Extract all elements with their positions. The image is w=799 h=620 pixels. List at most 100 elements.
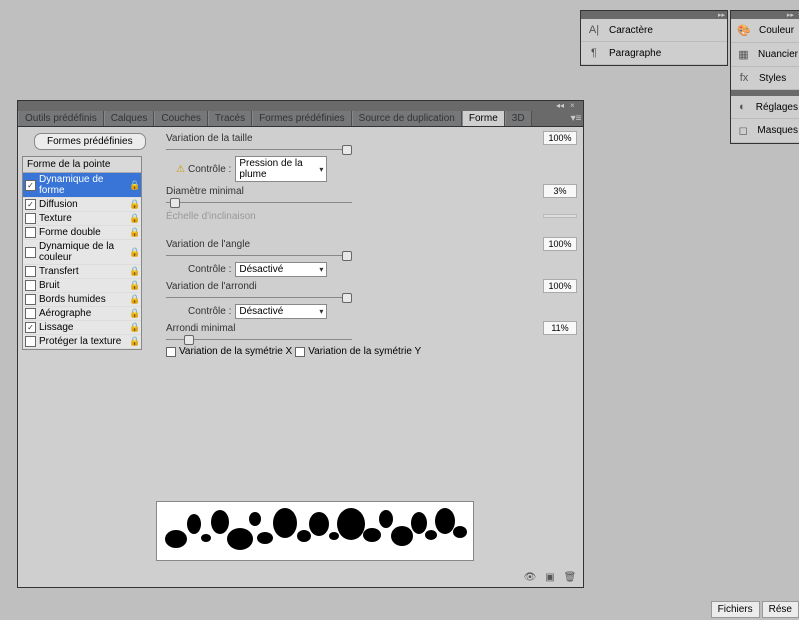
checkbox[interactable] [25,294,36,305]
control-select-1[interactable]: Pression de la plume▾ [235,156,327,182]
tilt-scale-label: Échelle d'inclinaison [166,211,543,222]
control-select-3[interactable]: Désactivé▾ [235,304,327,319]
checkbox[interactable] [25,266,36,277]
brush-panel: ◂◂ × Outils prédéfinisCalquesCouchesTrac… [17,100,584,588]
min-round-label: Arrondi minimal [166,323,543,334]
fichiers-button[interactable]: Fichiers [711,601,760,618]
min-round-value[interactable]: 11% [543,321,577,335]
lock-icon[interactable]: 🔒 [129,213,139,224]
lock-icon[interactable]: 🔒 [129,280,139,291]
size-jitter-label: Variation de la taille [166,133,543,144]
min-diameter-slider[interactable] [166,200,352,206]
brush-option-dynamique-de-la-couleur[interactable]: Dynamique de la couleur🔒 [23,240,141,265]
brush-option-diffusion[interactable]: Diffusion🔒 [23,198,141,212]
brush-option-protéger-la-texture[interactable]: Protéger la texture🔒 [23,335,141,349]
left-column: Formes prédéfinies Forme de la pointe Dy… [22,131,146,350]
checkbox[interactable] [25,308,36,319]
lock-icon[interactable]: 🔒 [129,336,139,347]
collapse-icon[interactable]: ▸▸ [718,11,725,19]
lock-icon[interactable]: 🔒 [129,199,139,210]
paragraph-icon: ¶ [587,47,601,59]
angle-jitter-value[interactable]: 100% [543,237,577,251]
checkbox[interactable] [25,247,36,258]
brush-option-bruit[interactable]: Bruit🔒 [23,279,141,293]
panel-menu-icon[interactable]: ▾≡ [569,111,583,126]
lock-icon[interactable]: 🔒 [129,266,139,277]
brush-options-list: Forme de la pointe Dynamique de forme🔒Di… [22,156,142,350]
tab-calques[interactable]: Calques [104,111,155,126]
checkbox[interactable] [25,213,36,224]
trash-icon[interactable]: 🗑 [563,571,577,583]
adjust-icon: ◐ [737,101,748,113]
round-jitter-slider[interactable] [166,295,352,301]
brush-option-label: Lissage [39,322,129,333]
reglages-row[interactable]: ◐Réglages [731,96,799,119]
round-jitter-value[interactable]: 100% [543,279,577,293]
brush-option-lissage[interactable]: Lissage🔒 [23,321,141,335]
lock-icon[interactable]: 🔒 [129,308,139,319]
tab-formes-prédéfinies[interactable]: Formes prédéfinies [252,111,352,126]
tab-row: Outils prédéfinisCalquesCouchesTracésFor… [18,111,583,127]
brush-option-transfert[interactable]: Transfert🔒 [23,265,141,279]
tab-tracés[interactable]: Tracés [208,111,252,126]
toggle-icon[interactable]: 👁 [523,571,537,583]
checkbox[interactable] [25,180,36,191]
collapse-icon[interactable]: ◂◂ [556,102,566,110]
swatches-icon: ▦ [737,48,750,61]
brush-list-header: Forme de la pointe [23,157,141,173]
lock-icon[interactable]: 🔒 [129,294,139,305]
presets-button[interactable]: Formes prédéfinies [34,133,146,150]
brush-option-bords-humides[interactable]: Bords humides🔒 [23,293,141,307]
brush-option-label: Dynamique de la couleur [39,241,129,263]
brush-option-forme-double[interactable]: Forme double🔒 [23,226,141,240]
control-select-2[interactable]: Désactivé▾ [235,262,327,277]
lock-icon[interactable]: 🔒 [129,180,139,191]
brush-option-label: Aérographe [39,308,129,319]
tab-forme[interactable]: Forme [462,111,505,126]
brush-option-dynamique-de-forme[interactable]: Dynamique de forme🔒 [23,173,141,198]
flip-x-checkbox[interactable] [166,347,176,357]
lock-icon[interactable]: 🔒 [129,247,139,258]
chevron-down-icon: ▾ [319,165,323,174]
checkbox[interactable] [25,199,36,210]
paragraphe-row[interactable]: ¶Paragraphe [581,42,727,65]
checkbox[interactable] [25,280,36,291]
flip-y-label: Variation de la symétrie Y [308,346,421,357]
lock-icon[interactable]: 🔒 [129,322,139,333]
tab-outils-prédéfinis[interactable]: Outils prédéfinis [18,111,104,126]
palette-icon: 🎨 [737,24,751,37]
tab-3d[interactable]: 3D [505,111,532,126]
lock-icon[interactable]: 🔒 [129,227,139,238]
size-jitter-value[interactable]: 100% [543,131,577,145]
min-diameter-value[interactable]: 3% [543,184,577,198]
checkbox[interactable] [25,322,36,333]
min-round-slider[interactable] [166,337,352,343]
size-jitter-slider[interactable] [166,147,352,153]
checkbox[interactable] [25,336,36,347]
control-label-2: Contrôle : [188,264,231,275]
close-icon[interactable]: × [570,102,580,110]
nuancier-row[interactable]: ▦Nuancier [731,43,799,67]
angle-jitter-label: Variation de l'angle [166,239,543,250]
brush-option-texture[interactable]: Texture🔒 [23,212,141,226]
brush-option-label: Protéger la texture [39,336,129,347]
new-preset-icon[interactable]: ▣ [543,571,557,583]
caractere-row[interactable]: A|Caractère [581,19,727,42]
flip-y-checkbox[interactable] [295,347,305,357]
brush-option-label: Bruit [39,280,129,291]
checkbox[interactable] [25,227,36,238]
brush-option-label: Dynamique de forme [39,174,129,196]
brush-option-label: Diffusion [39,199,129,210]
collapse-icon[interactable]: ▸▸ [787,11,794,19]
control-label-3: Contrôle : [188,306,231,317]
brush-preview [156,501,474,561]
masques-row[interactable]: ◻Masques [731,119,799,143]
reseau-button[interactable]: Rése [762,601,799,618]
tab-source-de-duplication[interactable]: Source de duplication [352,111,462,126]
styles-row[interactable]: fxStyles [731,67,799,90]
couleur-row[interactable]: 🎨Couleur [731,19,799,43]
character-icon: A| [587,24,601,36]
tab-couches[interactable]: Couches [154,111,207,126]
brush-option-aérographe[interactable]: Aérographe🔒 [23,307,141,321]
angle-jitter-slider[interactable] [166,253,352,259]
